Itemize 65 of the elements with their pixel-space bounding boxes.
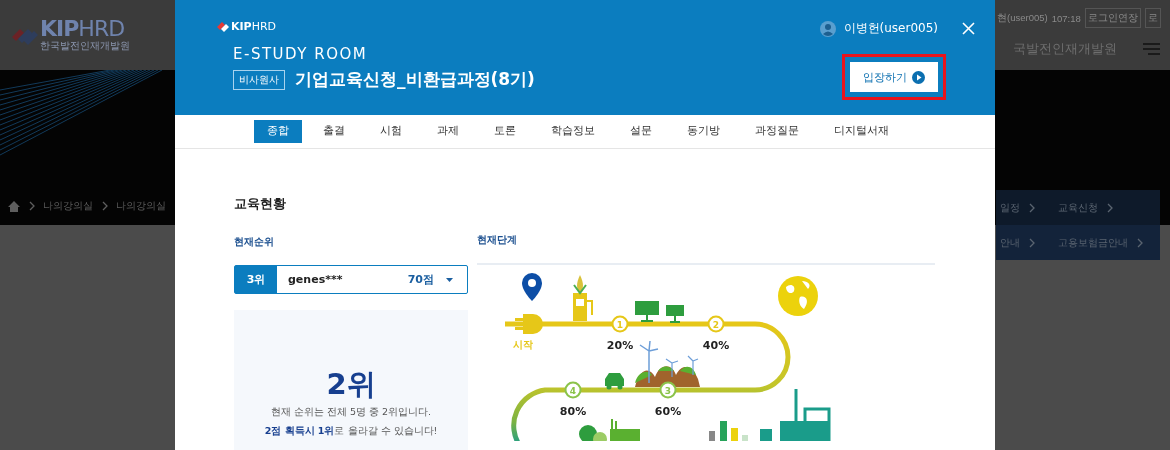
quick-menu-label: 교육신청: [1058, 200, 1098, 215]
wind-farm-drawing: [635, 340, 700, 387]
location-pin-icon: [522, 273, 542, 301]
step-percent: 20%: [606, 339, 634, 352]
caret-icon: [446, 277, 453, 282]
start-label: 시작: [513, 339, 533, 350]
user-name: 현(user005): [997, 11, 1048, 25]
chevron-icon: [28, 201, 35, 211]
step-marker: 4: [564, 381, 582, 399]
logo-icon: [217, 21, 229, 32]
step-percent: 80%: [559, 405, 587, 418]
rank-dropdown[interactable]: 3위 genes*** 70점: [234, 265, 468, 294]
fuel-pump-drawing: [573, 275, 593, 321]
chevron-icon: [1106, 202, 1113, 213]
chevron-icon: [1028, 202, 1035, 213]
logo-subtitle: 한국발전인재개발원: [40, 41, 130, 51]
tab[interactable]: 학습정보: [536, 119, 609, 143]
course-title: 기업교육신청_비환급과정(8기): [295, 68, 535, 91]
bar-graph-icon: [709, 421, 748, 441]
rank-hint: 2점 획득시 1위로 올라갈 수 있습니다!: [264, 425, 438, 438]
rank-summary: 현재 순위는 전체 5명 중 2위입니다.: [270, 406, 432, 419]
section-heading: 교육현황: [234, 195, 287, 213]
chevron-icon: [1136, 237, 1143, 248]
tab[interactable]: 동기방: [672, 119, 734, 143]
eco-factory-drawing: [579, 418, 640, 441]
quick-menu-label: 안내: [1000, 235, 1020, 250]
avatar-icon: [819, 20, 836, 37]
my-rank: 2위: [326, 368, 376, 400]
car-icon: [605, 373, 624, 390]
stage-label: 현재단계: [477, 233, 935, 265]
close-icon[interactable]: [962, 22, 975, 35]
tab[interactable]: 디지털서재: [819, 119, 903, 143]
tab[interactable]: 설문: [615, 119, 666, 143]
solar-panel-drawing: [635, 301, 684, 323]
learner-score: 70점: [407, 272, 434, 287]
step-percent: 40%: [702, 339, 730, 352]
logo-text: KIPHRD: [231, 20, 277, 33]
user-name: 이병헌(user005): [843, 20, 938, 37]
tab[interactable]: 토론: [479, 119, 530, 143]
chevron-icon: [101, 201, 108, 211]
tab[interactable]: 과정질문: [740, 119, 813, 143]
tab[interactable]: 시험: [365, 119, 416, 143]
learner-name: genes***: [287, 273, 344, 286]
quick-menu-label: 일정: [1000, 200, 1020, 215]
rank-number: 3위: [235, 266, 277, 293]
quick-menu-label: 고용보험금안내: [1058, 235, 1128, 250]
chevron-icon: [1028, 237, 1035, 248]
enter-button[interactable]: 입장하기: [850, 62, 938, 92]
play-icon: [912, 70, 925, 84]
step-marker: 1: [611, 315, 629, 333]
session-timer: 107:18: [1051, 12, 1081, 24]
plug-icon: [515, 314, 543, 334]
logo-text: KIPHRD: [40, 18, 126, 40]
step-percent: 60%: [654, 405, 682, 418]
step-marker: 2: [707, 315, 725, 333]
home-icon[interactable]: [8, 200, 20, 212]
tab[interactable]: 과제: [422, 119, 473, 143]
city-buildings-drawing: [760, 389, 831, 441]
course-badge: 비사원사: [233, 69, 285, 90]
tab[interactable]: 출결: [308, 119, 359, 143]
tab[interactable]: 종합: [253, 119, 302, 143]
step-marker: 3: [659, 381, 677, 399]
modal-title: E-STUDY ROOM: [233, 45, 369, 63]
globe-icon: [778, 276, 818, 316]
rank-label: 현재순위: [234, 235, 275, 249]
